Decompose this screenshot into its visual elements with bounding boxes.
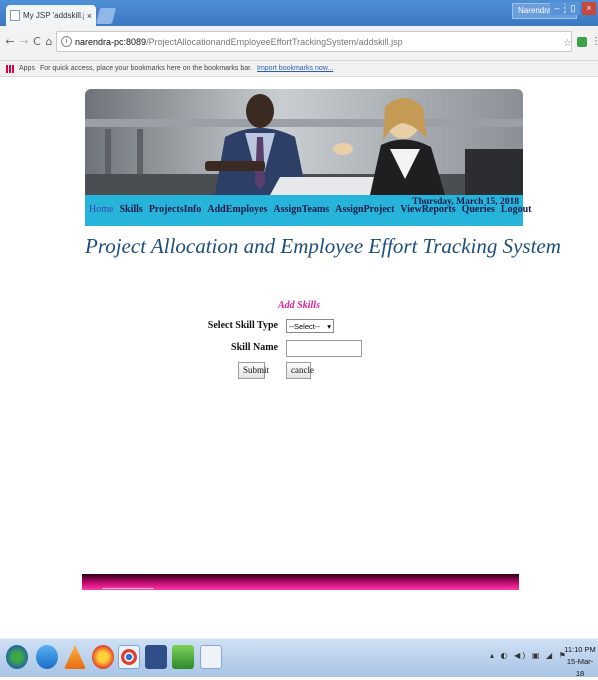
address-bar[interactable]: i narendra-pc:8089/ProjectAllocationandE… — [56, 31, 572, 52]
footer-decoration — [102, 588, 154, 589]
bookmarks-bar: Apps For quick access, place your bookma… — [0, 61, 598, 77]
bookmark-star-icon[interactable]: ☆ — [563, 38, 572, 49]
nav-skills[interactable]: Skills — [119, 204, 142, 215]
url-host: narendra-pc:8089 — [75, 36, 147, 47]
back-arrow-icon[interactable]: ← — [4, 35, 16, 49]
skill-type-label: Select Skill Type — [207, 320, 278, 331]
home-icon[interactable]: ⌂ — [43, 35, 55, 49]
apps-link[interactable]: Apps — [19, 65, 35, 72]
page-title: Project Allocation and Employee Effort T… — [85, 234, 561, 258]
skill-type-select[interactable]: --Select-- ▾ — [286, 319, 334, 333]
close-window-button[interactable]: × — [582, 2, 596, 15]
browser-toolbar: ← → C ⌂ i narendra-pc:8089/ProjectAlloca… — [0, 26, 598, 61]
submit-button[interactable]: Submit — [238, 362, 269, 379]
site-info-icon[interactable]: i — [61, 36, 72, 47]
current-date: Thursday, March 15, 2018 — [412, 197, 519, 207]
main-navbar: Home Skills ProjectsInfo AddEmployes Ass… — [85, 195, 531, 226]
maximize-button[interactable]: ▯ — [566, 2, 580, 15]
browser-tab[interactable]: My JSP 'addskill.jsp' star × — [6, 5, 96, 26]
skill-name-label: Skill Name — [231, 342, 278, 353]
nav-assignteams[interactable]: AssignTeams — [273, 204, 329, 215]
taskbar-clock[interactable]: 11:10 PM 15-Mar-18 — [563, 644, 597, 680]
tab-title: My JSP 'addskill.jsp' star — [23, 11, 84, 20]
chevron-down-icon: ▾ — [327, 321, 331, 331]
chrome-icon[interactable] — [118, 645, 140, 669]
form-title: Add Skills — [278, 300, 320, 311]
nav-assignproject[interactable]: AssignProject — [335, 204, 394, 215]
firefox-icon[interactable] — [92, 645, 114, 669]
tab-close-icon[interactable]: × — [87, 11, 92, 21]
apps-grid-icon[interactable] — [6, 64, 14, 73]
import-bookmarks-link[interactable]: Import bookmarks now... — [257, 65, 333, 72]
internet-explorer-icon[interactable] — [36, 645, 58, 669]
nav-addemployes[interactable]: AddEmployes — [207, 204, 267, 215]
windows-taskbar: ▴ ◐ ◀) ▣ ◢ ⚑ 11:10 PM 15-Mar-18 — [0, 638, 598, 680]
cancel-button[interactable]: cancle — [286, 362, 314, 379]
document-icon[interactable] — [200, 645, 222, 669]
extension-icon[interactable] — [577, 37, 587, 47]
page-footer-bar — [82, 574, 519, 590]
app-launcher-icon[interactable] — [172, 645, 194, 669]
header-banner-image — [85, 89, 523, 195]
start-button-icon[interactable] — [6, 645, 28, 669]
skill-name-input[interactable] — [286, 340, 362, 357]
office-people-illustration — [85, 89, 523, 195]
clock-time: 11:10 PM — [564, 645, 596, 654]
nav-home[interactable]: Home — [89, 204, 113, 215]
clock-date: 15-Mar-18 — [566, 657, 594, 678]
browser-menu-icon[interactable]: ⋮ — [591, 36, 598, 47]
new-tab-button[interactable] — [95, 8, 117, 24]
eclipse-icon[interactable] — [145, 645, 167, 669]
browser-titlebar: My JSP 'addskill.jsp' star × Narendra MC… — [0, 0, 598, 26]
url-path: /ProjectAllocationandEmployeeEffortTrack… — [146, 36, 403, 47]
reload-icon[interactable]: C — [31, 35, 43, 49]
vlc-icon[interactable] — [64, 645, 86, 669]
nav-projectsinfo[interactable]: ProjectsInfo — [149, 204, 202, 215]
system-tray[interactable]: ▴ ◐ ◀) ▣ ◢ ⚑ — [490, 651, 568, 660]
forward-arrow-icon[interactable]: → — [18, 35, 30, 49]
bookmarks-hint: For quick access, place your bookmarks h… — [39, 65, 253, 72]
page-favicon-icon — [10, 10, 20, 21]
skill-type-value: --Select-- — [289, 321, 320, 331]
minimize-button[interactable]: – — [550, 2, 564, 15]
